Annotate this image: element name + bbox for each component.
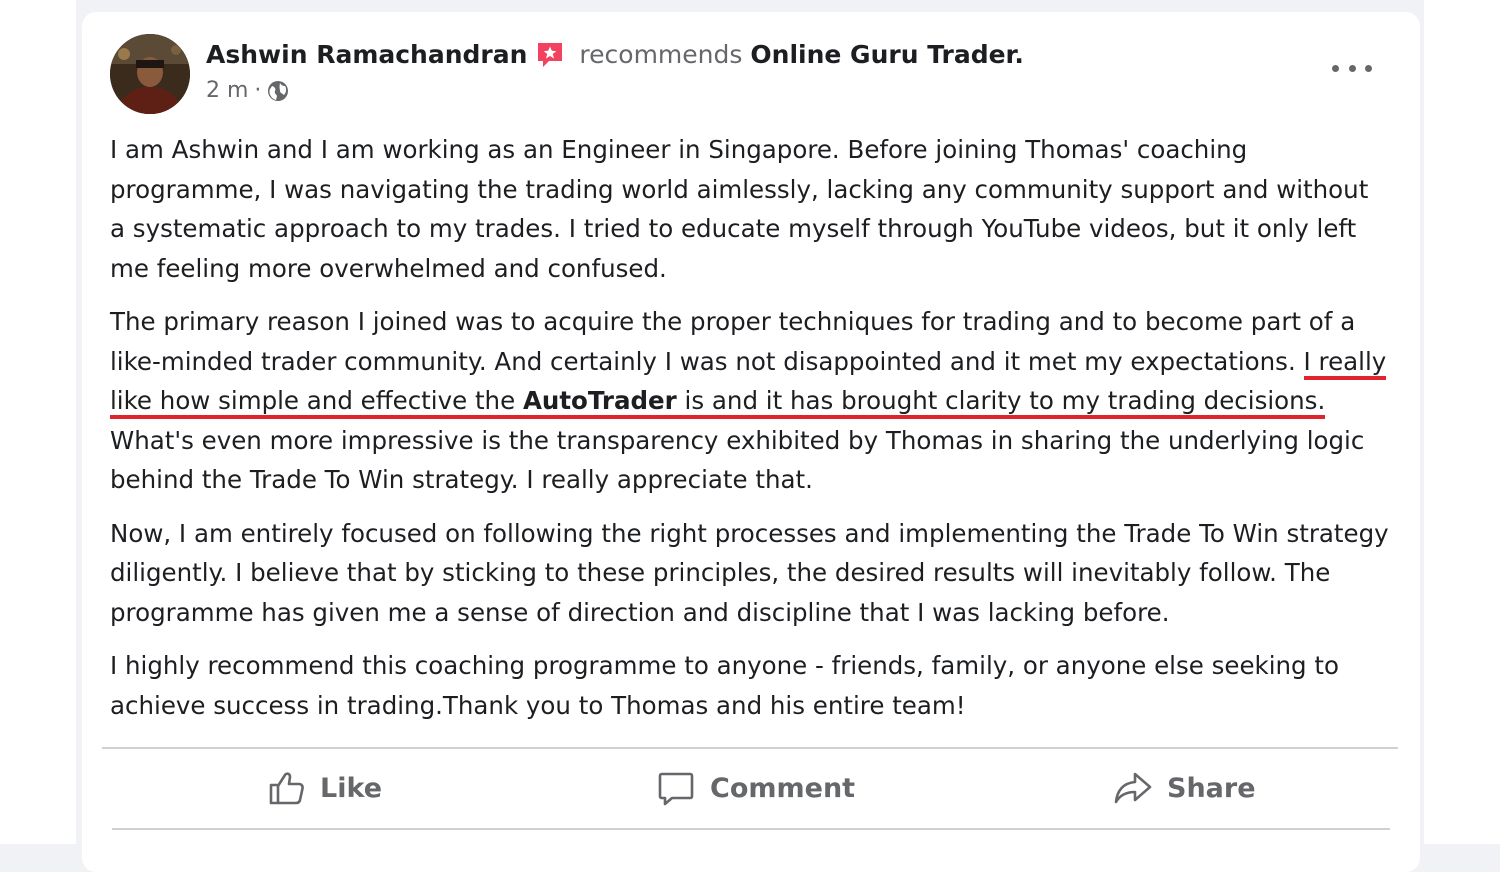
- paragraph-1: I am Ashwin and I am working as an Engin…: [110, 135, 1369, 283]
- bottom-divider: [112, 828, 1390, 830]
- post-timestamp[interactable]: 2 m: [206, 78, 248, 103]
- globe-icon: [267, 80, 289, 102]
- autotrader-brand: AutoTrader: [522, 386, 677, 415]
- paragraph-4: I highly recommend this coaching program…: [110, 651, 1339, 720]
- meta-separator: ·: [254, 78, 262, 103]
- paragraph-3: Now, I am entirely focused on following …: [110, 518, 1389, 627]
- recommend-icon: [535, 40, 565, 68]
- like-label: Like: [320, 772, 383, 804]
- action-bar: Like Comment Share: [102, 762, 1398, 814]
- share-icon: [1114, 772, 1152, 804]
- comment-button[interactable]: Comment: [656, 762, 855, 814]
- post-body: I am Ashwin and I am working as an Engin…: [110, 130, 1390, 739]
- share-button[interactable]: Share: [1113, 762, 1256, 814]
- highlighted-quote-end: is and it has brought clarity to my trad…: [676, 386, 1326, 415]
- paragraph-2-outro: What's even more impressive is the trans…: [110, 425, 1365, 495]
- paragraph-2-intro: The primary reason I joined was to acqui…: [110, 307, 1356, 376]
- post-card: Ashwin Ramachandran recommends Online Gu…: [82, 12, 1420, 872]
- post-meta: 2 m ·: [206, 78, 289, 103]
- recommends-verb: recommends: [579, 39, 743, 69]
- page-margin-right: [1424, 0, 1500, 844]
- like-button[interactable]: Like: [266, 762, 382, 814]
- author-name[interactable]: Ashwin Ramachandran: [206, 40, 527, 69]
- share-label: Share: [1167, 772, 1256, 804]
- like-icon: [269, 772, 304, 805]
- avatar-photo: [110, 34, 190, 114]
- avatar[interactable]: [110, 34, 190, 114]
- more-options-icon[interactable]: [1332, 58, 1372, 78]
- page-link[interactable]: Online Guru Trader.: [750, 40, 1023, 69]
- action-divider: [102, 747, 1398, 749]
- paragraph-2: The primary reason I joined was to acqui…: [110, 302, 1390, 500]
- page-margin-left: [0, 0, 76, 844]
- comment-label: Comment: [710, 772, 856, 804]
- comment-icon: [658, 772, 694, 806]
- post-header: Ashwin Ramachandran recommends Online Gu…: [206, 36, 1024, 72]
